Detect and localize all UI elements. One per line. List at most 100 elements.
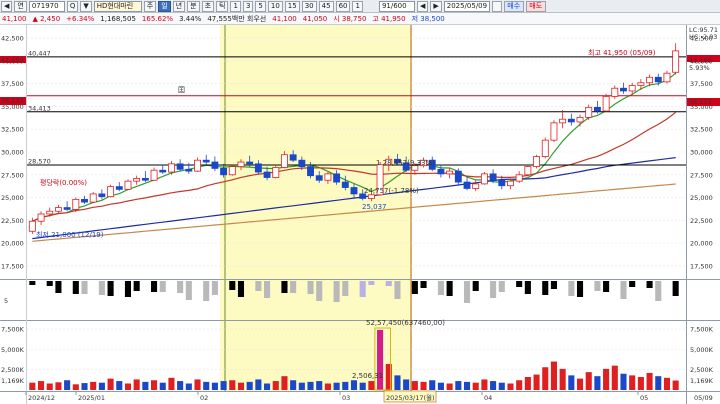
- interval-15-button[interactable]: 15: [284, 0, 300, 12]
- candle-up: [150, 169, 158, 181]
- candle-up: [194, 159, 201, 172]
- indicator-bar: [524, 281, 531, 294]
- volume-tick-left: 7,500K: [1, 326, 25, 334]
- indicator-bar: [655, 281, 662, 301]
- candle-up: [646, 76, 654, 84]
- price-tick-left: 20,000: [1, 240, 24, 248]
- candle-up: [628, 85, 636, 92]
- volume-bar: [37, 381, 45, 390]
- candle-up: [446, 170, 454, 175]
- stock-name-field[interactable]: HD현대마린: [93, 0, 142, 12]
- level-label: 40,447: [28, 49, 51, 57]
- date-tick: 04: [484, 394, 492, 402]
- candle-down: [211, 161, 219, 169]
- price-tick-right: 30,000: [690, 149, 713, 157]
- market-select[interactable]: 연: [14, 0, 27, 12]
- indicator-bar: [672, 281, 679, 296]
- candle-up: [124, 180, 132, 190]
- volume-tick-right: 2,500K: [690, 366, 714, 374]
- bid-price: 41,100: [272, 14, 297, 23]
- indicator-bar: [211, 281, 218, 295]
- date-tick: 05: [640, 394, 648, 402]
- volume-bar: [429, 380, 436, 390]
- candle-down: [333, 173, 341, 183]
- price-tick-left: 17,500: [1, 262, 24, 270]
- interval-custom-button[interactable]: 1: [352, 0, 363, 12]
- candle-up: [611, 87, 619, 97]
- high-price: 고 41,950: [372, 14, 406, 23]
- search-icon[interactable]: Q: [66, 0, 79, 12]
- volume-bar: [290, 380, 297, 390]
- price-tick-right: 22,500: [690, 217, 713, 225]
- period-second-button[interactable]: 초: [201, 0, 215, 12]
- interval-10-button[interactable]: 10: [267, 0, 283, 12]
- marker-icon: 囯: [178, 86, 185, 94]
- note-trough-change: 24,757(-1.78%): [364, 187, 419, 195]
- volume-bar: [646, 372, 653, 390]
- period-tick-button[interactable]: 틱: [216, 0, 229, 12]
- candle-up: [480, 173, 488, 185]
- candle-down: [202, 159, 210, 163]
- interval-5-button[interactable]: 5: [255, 0, 266, 12]
- price-tick-right: 27,500: [690, 171, 713, 179]
- price-tick-left: 30,000: [1, 149, 24, 157]
- indicator-bar: [463, 281, 471, 303]
- volume-bar: [368, 381, 375, 390]
- indicator-bar: [177, 281, 184, 293]
- low-price: 저 38,500: [411, 14, 445, 23]
- period-minute-button[interactable]: 분: [187, 0, 200, 12]
- candle-up: [524, 166, 532, 176]
- volume-bar: [350, 380, 358, 390]
- volume-bar: [272, 381, 279, 390]
- candle-down: [463, 181, 471, 189]
- calendar-icon[interactable]: [491, 0, 502, 12]
- dropdown-icon[interactable]: ▼: [80, 0, 92, 12]
- indicator-bar: [446, 281, 453, 296]
- candle-down: [437, 168, 445, 175]
- volume-bar: [151, 380, 158, 390]
- date-field[interactable]: 2025/05/09: [443, 0, 490, 12]
- volume-bar: [533, 374, 540, 390]
- stock-code-input[interactable]: 071970: [28, 0, 65, 12]
- volume-bar: [194, 379, 201, 390]
- price-tick-right: 17,500: [690, 262, 713, 270]
- high-annotation: 최고 41,950 (05/09): [588, 48, 656, 57]
- prev-arrow-icon[interactable]: ◀: [416, 0, 429, 12]
- volume-bar: [168, 377, 175, 390]
- indicator-bar: [185, 281, 192, 300]
- candle-up: [28, 220, 36, 232]
- indicator-bar: [437, 281, 444, 295]
- price-tick-left: 27,500: [1, 171, 24, 179]
- left-price-label: 41,100: [1, 56, 24, 64]
- volume-bar: [550, 361, 557, 390]
- indicator-bar: [568, 281, 575, 296]
- indicator-bar: [333, 281, 340, 302]
- indicator-bar: [490, 281, 497, 298]
- volume-tick-right: 1,169K: [690, 377, 714, 385]
- candle-down: [498, 179, 506, 187]
- period-year-button[interactable]: 년: [172, 0, 186, 12]
- sell-button[interactable]: 매도: [525, 0, 546, 12]
- candle-up: [559, 118, 567, 124]
- volume-bar: [420, 381, 427, 390]
- buy-button[interactable]: 매수: [503, 0, 524, 12]
- interval-30-button[interactable]: 30: [301, 0, 317, 12]
- volume-bar: [211, 382, 218, 390]
- indicator-bar: [107, 281, 114, 296]
- right-info-label: HC:-2.03: [689, 33, 717, 41]
- period-week-button[interactable]: 주: [143, 0, 157, 12]
- interval-60-button[interactable]: 60: [335, 0, 351, 12]
- price-chart[interactable]: 40,44734,41328,570 42,50042,50040,00040,…: [0, 25, 720, 404]
- interval-3-button[interactable]: 3: [242, 0, 254, 12]
- interval-1-button[interactable]: 1: [230, 0, 241, 12]
- candle-down: [567, 118, 575, 123]
- next-arrow-icon[interactable]: ▶: [430, 0, 442, 12]
- indicator-bar: [124, 281, 132, 297]
- count-field[interactable]: 91/600: [378, 0, 415, 12]
- period-day-button[interactable]: 일: [158, 0, 171, 12]
- level-label: 34,413: [28, 104, 51, 112]
- price-tick-left: 22,500: [1, 217, 24, 225]
- interval-45-button[interactable]: 45: [318, 0, 334, 12]
- volume-bar: [142, 381, 149, 390]
- back-arrow-icon[interactable]: ◀: [1, 0, 13, 12]
